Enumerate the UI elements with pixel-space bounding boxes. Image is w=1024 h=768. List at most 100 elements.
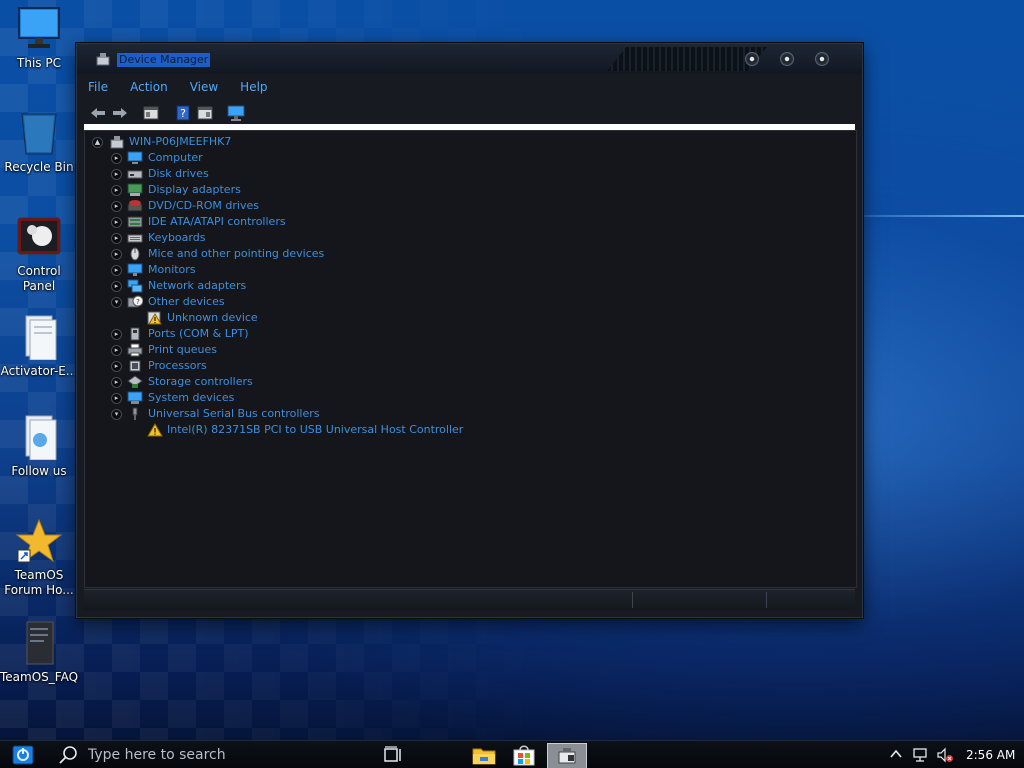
expand-icon[interactable]: ▸ (111, 169, 122, 180)
tree-item-label: DVD/CD-ROM drives (148, 199, 259, 212)
task-view-icon[interactable] (382, 744, 406, 766)
menu-action[interactable]: Action (126, 80, 172, 94)
expand-icon[interactable]: ▸ (111, 153, 122, 164)
menu-view[interactable]: View (186, 80, 222, 94)
device-manager-app-icon (95, 52, 111, 71)
system-clock[interactable]: 2:56 AM (966, 748, 1015, 762)
tree-child-label: Unknown device (167, 311, 258, 324)
start-button[interactable] (12, 745, 34, 765)
device-manager-taskbar-button[interactable] (547, 743, 587, 768)
collapse-icon[interactable]: ▲ (92, 137, 103, 148)
desktop-icon-follow-us[interactable]: Follow us (0, 414, 78, 479)
desktop-icon-control-panel[interactable]: Control Panel (0, 214, 78, 294)
properties-icon[interactable] (142, 104, 160, 122)
forward-arrow-icon[interactable] (111, 104, 129, 122)
tree-item-label: IDE ATA/ATAPI controllers (148, 215, 286, 228)
tree-item-label: Disk drives (148, 167, 209, 180)
network-adapter-icon (127, 279, 143, 293)
desktop-icon-teamos-faq[interactable]: TeamOS_FAQ (0, 620, 78, 685)
collapse-icon[interactable]: ▾ (111, 409, 122, 420)
warning-icon (147, 423, 163, 437)
dvd-drive-icon (127, 199, 143, 213)
desktop-icon-label: Activator-E... (0, 364, 78, 378)
disk-drive-icon (127, 167, 143, 181)
desktop-icon-label: Follow us (11, 464, 67, 478)
display-adapter-icon (127, 183, 143, 197)
svg-text:?: ? (136, 298, 140, 306)
recycle-bin-icon (16, 110, 62, 156)
expand-icon[interactable]: ▸ (111, 329, 122, 340)
menu-help[interactable]: Help (236, 80, 271, 94)
tree-item-label: Ports (COM & LPT) (148, 327, 249, 340)
tree-item-label: Monitors (148, 263, 196, 276)
tree-item-label: Display adapters (148, 183, 241, 196)
maximize-button[interactable] (780, 52, 794, 66)
desktop-icon-activator[interactable]: Activator-E... (0, 314, 78, 379)
desktop-icon-teamos-forum[interactable]: TeamOS Forum Ho... (0, 518, 78, 598)
desktop-icon-this-pc[interactable]: This PC (0, 6, 78, 71)
volume-muted-icon[interactable] (936, 747, 954, 766)
tree-item-label: Other devices (148, 295, 225, 308)
minimize-button[interactable] (745, 52, 759, 66)
taskbar: Type here to search 2:56 AM (0, 740, 1024, 768)
expand-icon[interactable]: ▸ (111, 393, 122, 404)
console-tree-icon[interactable] (196, 104, 214, 122)
expand-icon[interactable]: ▸ (111, 281, 122, 292)
printer-icon (127, 343, 143, 357)
expand-icon[interactable]: ▸ (111, 201, 122, 212)
tree-item-label: Keyboards (148, 231, 206, 244)
expand-icon[interactable]: ▸ (111, 233, 122, 244)
expand-icon[interactable]: ▸ (111, 361, 122, 372)
folder-document-icon (16, 414, 62, 461)
window-title: Device Manager (117, 53, 211, 67)
collapse-icon[interactable]: ▾ (111, 297, 122, 308)
this-pc-icon (16, 6, 62, 52)
tree-root-label: WIN-P06JMEEFHK7 (129, 135, 232, 148)
other-devices-icon: ? (127, 295, 144, 309)
expand-icon[interactable]: ▸ (111, 249, 122, 260)
expand-icon[interactable]: ▸ (111, 345, 122, 356)
expand-icon[interactable]: ▸ (111, 265, 122, 276)
menu-file[interactable]: File (84, 80, 112, 94)
menu-bar: File Action View Help (84, 80, 286, 98)
expand-icon[interactable]: ▸ (111, 185, 122, 196)
search-box[interactable]: Type here to search (88, 747, 226, 763)
ide-controller-icon (127, 215, 143, 229)
tree-item-label: Computer (148, 151, 203, 164)
tree-item-label: Universal Serial Bus controllers (148, 407, 320, 420)
search-icon[interactable] (58, 745, 78, 768)
expand-icon[interactable]: ▸ (111, 377, 122, 388)
back-arrow-icon[interactable] (89, 104, 107, 122)
usb-icon (127, 407, 143, 421)
computer-host-icon (109, 135, 125, 149)
status-divider (632, 592, 633, 608)
desktop-icon-label: Control Panel (17, 264, 61, 293)
monitor-icon (127, 263, 143, 277)
storage-controller-icon (127, 375, 143, 389)
monitor-scan-icon[interactable] (227, 104, 245, 122)
help-icon[interactable]: ? (174, 104, 192, 122)
tree-item-label: Mice and other pointing devices (148, 247, 325, 260)
device-tree: ▲ WIN-P06JMEEFHK7 ▸ Computer ▸ Disk driv… (84, 130, 857, 588)
store-icon[interactable] (512, 744, 536, 766)
file-explorer-icon[interactable] (472, 744, 496, 766)
tree-child-label: Intel(R) 82371SB PCI to USB Universal Ho… (167, 423, 464, 436)
tree-item-label: Print queues (148, 343, 217, 356)
window-titlebar[interactable]: Device Manager (77, 44, 862, 74)
titlebar-decoration (607, 47, 767, 71)
network-icon[interactable] (912, 747, 930, 766)
desktop-icon-recycle-bin[interactable]: Recycle Bin (0, 110, 78, 175)
tree-item-label: Network adapters (148, 279, 247, 292)
tree-item-label: Processors (148, 359, 207, 372)
control-panel-icon (16, 214, 62, 260)
desktop-glow-line (862, 215, 1024, 217)
expand-icon[interactable]: ▸ (111, 217, 122, 228)
document-thumbnail-icon (16, 620, 62, 666)
processor-icon (127, 359, 143, 373)
close-button[interactable] (815, 52, 829, 66)
keyboard-icon (127, 231, 143, 245)
show-hidden-icons-chevron[interactable] (889, 747, 903, 764)
mouse-icon (127, 247, 143, 261)
star-shortcut-icon (15, 518, 63, 564)
svg-text:?: ? (180, 107, 186, 120)
